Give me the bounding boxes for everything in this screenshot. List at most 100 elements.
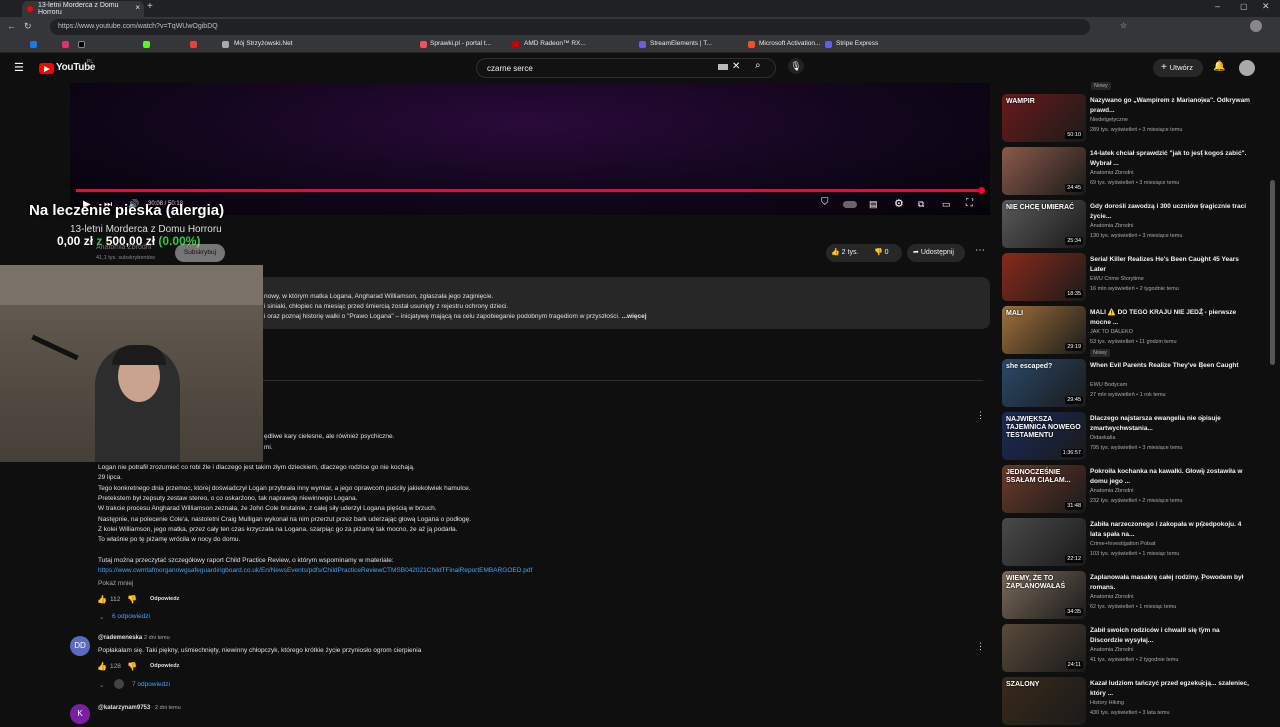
avatar[interactable]: DD	[70, 636, 90, 656]
video-title[interactable]: Pokroiła kochanka na kawałki. Głowę zost…	[1090, 467, 1250, 487]
video-options-icon[interactable]: ⋮	[1198, 679, 1206, 688]
video-options-icon[interactable]: ⋮	[1198, 255, 1206, 264]
comment-author[interactable]: @rademeneska	[98, 635, 142, 641]
youtube-logo-icon[interactable]	[39, 63, 54, 74]
reload-icon[interactable]: ↻	[24, 21, 32, 32]
video-title[interactable]: MALI ⚠️ DO TEGO KRAJU NIE JEDŹ - pierwsz…	[1090, 308, 1250, 328]
microphone-icon[interactable]: 🎙	[788, 58, 804, 74]
video-channel[interactable]: EWU Crime Storytime	[1090, 276, 1144, 282]
video-title[interactable]: Serial Killer Realizes He's Been Caught …	[1090, 255, 1250, 275]
video-title[interactable]: When Evil Parents Realize They've Been C…	[1090, 361, 1250, 371]
description-more-link[interactable]: ...więcej	[622, 313, 647, 320]
bookmark-strzyzowski[interactable]: Mój Strzyżowski.Net	[234, 40, 293, 47]
comment-dislike-icon[interactable]: 👎	[127, 595, 137, 604]
video-thumbnail[interactable]: WIEMY, ŻE TO ZAPLANOWAŁAŚ 34:35	[1002, 571, 1086, 619]
kick-icon[interactable]	[143, 41, 150, 48]
video-options-icon[interactable]: ⋮	[1198, 361, 1206, 370]
video-thumbnail[interactable]: 18:35	[1002, 253, 1086, 301]
create-button[interactable]: + Utwórz	[1153, 59, 1203, 77]
bookmark-streamelements[interactable]: StreamElements | T...	[650, 40, 712, 47]
account-avatar[interactable]	[1239, 60, 1255, 76]
comment-time[interactable]: 2 dni temu	[155, 705, 181, 711]
video-title[interactable]: Zaplanowała masakrę całej rodziny. Powod…	[1090, 573, 1250, 593]
video-options-icon[interactable]: ⋮	[1198, 520, 1206, 529]
comment-author[interactable]: @katarzynam9753	[98, 705, 150, 711]
subscribe-button[interactable]: Subskrybuj	[175, 244, 225, 262]
video-card[interactable]: 18:35 Serial Killer Realizes He's Been Ca…	[1002, 253, 1274, 303]
google-icon[interactable]	[190, 41, 197, 48]
video-channel[interactable]: Crime+Investigation Polsat	[1090, 541, 1156, 547]
video-title[interactable]: Zabiła narzeczonego i zakopała w przedpo…	[1090, 520, 1250, 540]
comment-options-icon[interactable]: ⋮	[976, 641, 985, 652]
video-channel[interactable]: Anatomia Zbrodni	[1090, 647, 1133, 653]
maximize-icon[interactable]: ▢	[1240, 2, 1248, 11]
report-link[interactable]: https://www.cwmtafmorgannwgsafeguardingb…	[98, 567, 532, 574]
video-thumbnail[interactable]: MALI 29:19	[1002, 306, 1086, 354]
channel-name[interactable]: Anatomia Zbrodni	[96, 244, 151, 251]
page-scrollbar[interactable]	[1270, 180, 1275, 365]
video-card[interactable]: NIE CHCĘ UMIERAĆ 25:34 Gdy dorośli zawodzą…	[1002, 200, 1274, 250]
minimize-icon[interactable]: –	[1215, 1, 1220, 11]
instagram-icon[interactable]	[62, 41, 69, 48]
search-icon[interactable]: ⌕	[755, 60, 761, 71]
x-icon[interactable]	[78, 41, 85, 48]
facebook-icon[interactable]	[30, 41, 37, 48]
progress-scrubber[interactable]	[978, 187, 985, 194]
comment-time[interactable]: 2 dni temu	[144, 635, 170, 641]
video-channel[interactable]: Anatomia Zbrodni	[1090, 170, 1133, 176]
back-icon[interactable]: ←	[7, 21, 16, 31]
streamelements-icon[interactable]	[639, 41, 646, 48]
video-title[interactable]: Nazywano go „Wampirem z Marianowa". Odkr…	[1090, 96, 1250, 116]
video-card[interactable]: JEDNOCZEŚNIE SSAŁAM CIAŁAM... 31:48 Pokroi…	[1002, 465, 1274, 515]
video-card[interactable]: WIEMY, ŻE TO ZAPLANOWAŁAŚ 34:35 Zaplanował…	[1002, 571, 1274, 621]
show-less-link[interactable]: Pokaż mniej	[98, 580, 133, 587]
search-input[interactable]: czarne serce	[476, 58, 776, 78]
video-title[interactable]: Kazał ludziom tańczyć przed egzekucją...…	[1090, 679, 1250, 699]
view-replies-button[interactable]: 7 odpowiedzi	[132, 681, 170, 688]
stripe-icon[interactable]	[825, 41, 832, 48]
video-thumbnail[interactable]: NAJWIĘKSZA TAJEMNICA NOWEGO TESTAMENTU 1:…	[1002, 412, 1086, 460]
shield-icon[interactable]: ⛉	[821, 197, 829, 208]
comment-options-icon[interactable]: ⋮	[976, 410, 985, 421]
video-options-icon[interactable]: ⋮	[1198, 96, 1206, 105]
video-card[interactable]: MALI 29:19 MALI ⚠️ DO TEGO KRAJU NIE JEDŹ …	[1002, 306, 1274, 357]
close-tab-icon[interactable]: ×	[135, 3, 140, 12]
video-card[interactable]: 24:45 14-latek chciał sprawdzić "jak to j…	[1002, 147, 1274, 197]
profile-avatar-icon[interactable]	[1250, 20, 1262, 32]
sprawki-icon[interactable]	[420, 41, 427, 48]
fullscreen-icon[interactable]: ⛶	[966, 198, 973, 209]
progress-bar[interactable]	[76, 189, 979, 192]
video-channel[interactable]: Niedetgetyczne	[1090, 117, 1128, 123]
video-card[interactable]: WAMPIR 50:10 Nazywano go „Wampirem z Maria…	[1002, 94, 1274, 144]
video-channel[interactable]: JAK TO DALEKO	[1090, 329, 1133, 335]
share-button[interactable]: ➦ Udostępnij	[907, 244, 965, 262]
video-options-icon[interactable]: ⋮	[1198, 202, 1206, 211]
video-channel[interactable]: History Hiking	[1090, 700, 1124, 706]
reply-button[interactable]: Odpowiedz	[150, 663, 179, 669]
video-title[interactable]: Zabił swoich rodziców i chwalił się tym …	[1090, 626, 1250, 646]
theater-icon[interactable]: ▭	[942, 199, 951, 210]
expand-replies-chevron-icon[interactable]: ⌄	[99, 613, 104, 621]
video-thumbnail[interactable]: WAMPIR 50:10	[1002, 94, 1086, 142]
video-options-icon[interactable]: ⋮	[1198, 414, 1206, 423]
video-card[interactable]: she escaped? 29:45 When Evil Parents Reali…	[1002, 359, 1274, 409]
video-channel[interactable]: Anatomia Zbrodni	[1090, 223, 1133, 229]
video-title[interactable]: Gdy dorośli zawodzą i 300 uczniów tragic…	[1090, 202, 1250, 222]
video-card[interactable]: 22:12 Zabiła narzeczonego i zakopała w pr…	[1002, 518, 1274, 568]
bookmark-microsoft[interactable]: Microsoft Activation...	[759, 40, 820, 47]
video-options-icon[interactable]: ⋮	[1198, 626, 1206, 635]
bookmark-sprawki[interactable]: Sprawki.pl - portal t...	[430, 40, 491, 47]
video-channel[interactable]: Didaskalia	[1090, 435, 1115, 441]
autoplay-toggle[interactable]	[843, 201, 857, 208]
keyboard-icon[interactable]	[718, 64, 728, 70]
video-thumbnail[interactable]: 24:11	[1002, 624, 1086, 672]
video-channel[interactable]: Anatomia Zbrodni	[1090, 594, 1133, 600]
expand-replies-chevron-icon[interactable]: ⌄	[99, 681, 104, 689]
video-channel[interactable]: Anatomia Zbrodni	[1090, 488, 1133, 494]
video-thumbnail[interactable]: she escaped? 29:45	[1002, 359, 1086, 407]
reply-button[interactable]: Odpowiedz	[150, 596, 179, 602]
clear-search-icon[interactable]: ✕	[732, 61, 740, 72]
view-replies-button[interactable]: 6 odpowiedzi	[112, 613, 150, 620]
address-bar[interactable]: https://www.youtube.com/watch?v=TqWUwOgi…	[50, 19, 1090, 35]
video-channel[interactable]: EWU Bodycam	[1090, 382, 1127, 388]
